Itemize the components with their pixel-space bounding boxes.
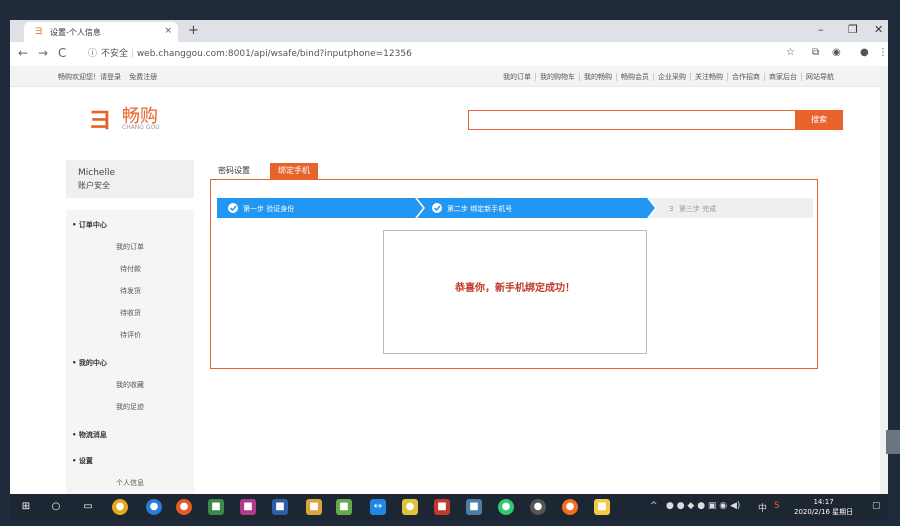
app-icon[interactable]: ■ — [336, 499, 352, 515]
search-input[interactable] — [468, 110, 796, 130]
task-view-icon[interactable]: ▭ — [80, 499, 96, 515]
search-button[interactable]: 搜索 — [795, 110, 843, 130]
sidebar-item[interactable]: 我的足迹 — [116, 402, 144, 412]
browser-toolbar: ← → C ⓘ 不安全 | web.changgou.com:8001/api/w… — [10, 42, 888, 67]
topnav-link[interactable]: 畅购会员 — [616, 73, 653, 81]
clock-time: 14:17 — [813, 498, 834, 506]
reload-icon[interactable]: C — [58, 46, 66, 60]
bind-phone-panel: 第一步 验证身份 第二步 绑定新手机号 3 第三步 完成 恭喜你，新手机绑定成功… — [210, 179, 818, 369]
sidebar-item[interactable]: 待发货 — [120, 286, 141, 296]
folder-icon[interactable]: ■ — [306, 499, 322, 515]
app-icon[interactable]: ● — [530, 499, 546, 515]
floating-widget-icon[interactable] — [886, 430, 900, 454]
ime-icon[interactable]: S — [774, 501, 780, 511]
start-icon[interactable]: ⊞ — [18, 499, 34, 515]
tray-icons[interactable]: ● ● ◆ ● ▣ ◉ ◀) — [666, 501, 740, 511]
register-link[interactable]: 免费注册 — [129, 73, 157, 81]
system-clock[interactable]: 14:17 2020/2/16 星期日 — [794, 497, 853, 517]
logo-icon: ヨ — [88, 106, 112, 134]
web-page: 畅购欢迎您！请登录 免费注册 我的订单 我的购物车 我的畅购 畅购会员 企业采购 关注畅购… — [10, 66, 888, 494]
info-icon: ⓘ — [88, 49, 98, 59]
app-icon[interactable]: ● — [146, 499, 162, 515]
topnav-link[interactable]: 我的购物车 — [535, 73, 579, 81]
menu-section-header: • 设置 — [72, 457, 93, 465]
topnav-link[interactable]: 商家后台 — [764, 73, 801, 81]
step-3-bg — [649, 198, 813, 218]
menu-section-header: • 我的中心 — [72, 359, 107, 367]
step-3-label: 第三步 完成 — [679, 204, 716, 213]
topnav-link[interactable]: 网站导航 — [801, 73, 838, 81]
desktop: ヨ 设置-个人信息 × + – ❐ ✕ ← → C ⓘ 不安全 | web.cha… — [0, 0, 900, 526]
browser-tab[interactable]: ヨ 设置-个人信息 × — [24, 22, 178, 42]
firefox-icon[interactable]: ● — [176, 499, 192, 515]
user-card: Michelle 账户安全 — [66, 160, 194, 198]
address-bar[interactable]: ⓘ 不安全 | web.changgou.com:8001/api/wsafe/b… — [88, 45, 808, 63]
cast-icon[interactable]: ◉ — [832, 47, 841, 58]
tray-chevron-icon[interactable]: ^ — [650, 501, 658, 511]
check-icon — [432, 203, 442, 213]
topnav-link[interactable]: 企业采购 — [653, 73, 690, 81]
browser-tab-title: 设置-个人信息 — [50, 28, 101, 37]
app-icon[interactable]: ■ — [434, 499, 450, 515]
forward-icon[interactable]: → — [38, 46, 48, 60]
sidebar-item[interactable]: 我的订单 — [116, 242, 144, 252]
login-link[interactable]: 畅购欢迎您！请登录 — [58, 73, 121, 81]
tab-bind-phone[interactable]: 绑定手机 — [270, 163, 318, 179]
url-text: web.changgou.com:8001/api/wsafe/bind?inp… — [136, 49, 412, 59]
logo-subtext: CHANG GOU — [122, 124, 160, 131]
topnav-link[interactable]: 关注畅购 — [690, 73, 727, 81]
menu-section-header[interactable]: • 物流消息 — [72, 430, 107, 440]
site-logo[interactable]: ヨ 畅购 CHANG GOU — [88, 100, 178, 136]
app-icon[interactable]: ● — [402, 499, 418, 515]
menu-icon[interactable]: ⋮ — [878, 47, 888, 58]
profile-icon[interactable]: ● — [860, 47, 869, 58]
app-icon[interactable]: ■ — [208, 499, 224, 515]
app-icon[interactable]: ■ — [466, 499, 482, 515]
bookmark-star-icon[interactable]: ☆ — [786, 47, 795, 58]
step-1-label: 第一步 验证身份 — [243, 204, 294, 213]
step-2-label: 第二步 绑定新手机号 — [447, 204, 512, 213]
new-tab-button[interactable]: + — [188, 23, 199, 38]
sidebar-item[interactable]: 待收货 — [120, 308, 141, 318]
user-name: Michelle — [78, 168, 115, 178]
step-progress-bar: 第一步 验证身份 第二步 绑定新手机号 3 第三步 完成 — [217, 198, 813, 218]
result-box: 恭喜你，新手机绑定成功！ — [383, 230, 647, 354]
teamviewer-icon[interactable]: ↔ — [370, 499, 386, 515]
app-icon[interactable]: ● — [562, 499, 578, 515]
sidebar-menu: • 订单中心 我的订单 待付款 待发货 待收货 待评价 • 我的中心 我的收藏 … — [66, 210, 194, 494]
tab-password[interactable]: 密码设置 — [210, 163, 258, 179]
search-icon[interactable]: ○ — [48, 499, 64, 515]
sidebar-item[interactable]: 个人信息 — [116, 478, 144, 488]
extension-icon[interactable]: ⧉ — [812, 47, 819, 58]
intellij-icon[interactable]: ■ — [240, 499, 256, 515]
close-tab-icon[interactable]: × — [164, 26, 172, 36]
back-icon[interactable]: ← — [18, 46, 28, 60]
favicon-icon: ヨ — [34, 27, 44, 37]
site-topbar: 畅购欢迎您！请登录 免费注册 我的订单 我的购物车 我的畅购 畅购会员 企业采购 关注畅购… — [10, 66, 888, 87]
account-security-link[interactable]: 账户安全 — [78, 180, 110, 191]
menu-section-header: • 订单中心 — [72, 221, 107, 229]
ime-indicator[interactable]: 中 — [758, 501, 767, 514]
topnav-link[interactable]: 合作招商 — [727, 73, 764, 81]
sidebar-item[interactable]: 我的收藏 — [116, 380, 144, 390]
chrome-icon[interactable]: ● — [112, 499, 128, 515]
browser-tab-strip: ヨ 设置-个人信息 × + – ❐ ✕ — [10, 20, 888, 42]
minimize-button[interactable]: – — [818, 23, 824, 36]
app-icon[interactable]: ■ — [272, 499, 288, 515]
sidebar-item[interactable]: 待评价 — [120, 330, 141, 340]
windows-taskbar: ⊞ ○ ▭ ● ● ● ■ ■ ■ ■ ■ ↔ ● ■ ■ ● ● ● ■ ^ … — [10, 494, 888, 520]
close-window-button[interactable]: ✕ — [874, 23, 883, 36]
notification-icon[interactable]: ▢ — [872, 501, 881, 511]
app-icon[interactable]: ■ — [594, 499, 610, 515]
topnav-link[interactable]: 我的畅购 — [579, 73, 616, 81]
step-3-number: 3 — [669, 205, 673, 213]
maximize-button[interactable]: ❐ — [848, 23, 858, 36]
sidebar-item[interactable]: 待付款 — [120, 264, 141, 274]
topnav-link[interactable]: 我的订单 — [499, 73, 535, 81]
security-label: 不安全 — [101, 49, 129, 59]
wechat-icon[interactable]: ● — [498, 499, 514, 515]
clock-date: 2020/2/16 星期日 — [794, 508, 854, 516]
check-icon — [228, 203, 238, 213]
success-message: 恭喜你，新手机绑定成功！ — [455, 283, 575, 294]
